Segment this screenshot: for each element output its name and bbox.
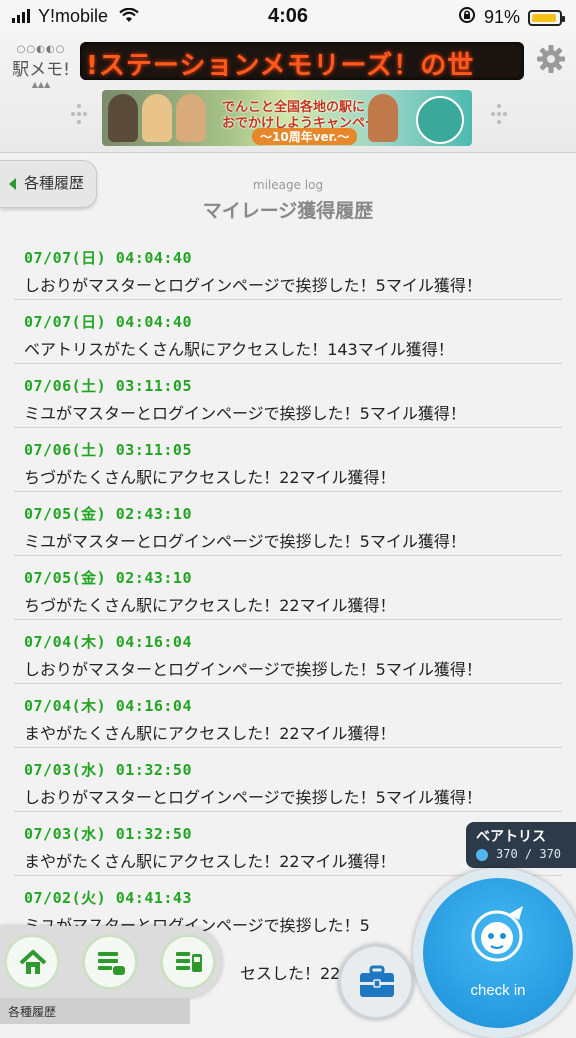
checkin-label: check in: [470, 982, 526, 999]
log-message: まやがたくさん駅にアクセスした！22マイル獲得！: [24, 852, 396, 871]
app-logo[interactable]: ○○◐◐○ 駅メモ! ▲▲▲: [10, 44, 72, 96]
battery-icon: [528, 9, 565, 26]
banner-line3: 〜10周年ver.〜: [252, 128, 358, 145]
logo-text: 駅メモ!: [12, 60, 70, 80]
log-row: 07/07(日) 04:04:40 ベアトリスがたくさん駅にアクセスした！143…: [14, 300, 562, 364]
banner-character: [368, 94, 398, 142]
log-row: 07/05(金) 02:43:10 ちづがたくさん駅にアクセスした！22マイル獲…: [14, 556, 562, 620]
log-message: しおりがマスターとログインページで挨拶した！5マイル獲得！: [24, 660, 482, 679]
banner-character: [176, 94, 206, 142]
banner-character: [108, 94, 138, 142]
log-row: 07/05(金) 02:43:10 ミユがマスターとログインページで挨拶した！5…: [14, 492, 562, 556]
log-time: 07/07(日) 04:04:40: [24, 313, 192, 331]
status-bar: Y!mobile 4:06 91%: [0, 0, 576, 34]
gear-icon[interactable]: [536, 44, 566, 74]
ticker-text: !ステーションメモリーズ！の世: [86, 51, 475, 80]
log-message: ミユがマスターとログインページで挨拶した！5マイル獲得！: [24, 532, 466, 551]
battery-fill: [532, 13, 556, 22]
log-message: ちづがたくさん駅にアクセスした！22マイル獲得！: [24, 468, 396, 487]
partner-hp: 370 / 370: [496, 847, 562, 861]
log-time: 07/06(土) 03:11:05: [24, 377, 192, 395]
log-message: しおりがマスターとログインページで挨拶した！5マイル獲得！: [24, 788, 482, 807]
bottom-nav: [0, 926, 222, 998]
log-time: 07/07(日) 04:04:40: [24, 249, 192, 267]
partner-name: ベアトリス: [476, 829, 546, 845]
speaker-icon: [488, 104, 510, 134]
checkin-icon: [469, 904, 529, 964]
station-list-icon: [174, 948, 204, 982]
station-list-button[interactable]: [160, 934, 216, 990]
page-subtitle: mileage log: [252, 178, 324, 192]
log-time: 07/05(金) 02:43:10: [24, 569, 192, 587]
log-message: しおりがマスターとログインページで挨拶した！5マイル獲得！: [24, 276, 482, 295]
banner-badge-icon: [416, 96, 464, 144]
log-time: 07/06(土) 03:11:05: [24, 441, 192, 459]
log-time: 07/03(水) 01:32:50: [24, 825, 192, 843]
checkin-button[interactable]: check in: [413, 868, 576, 1038]
banner-character: [142, 94, 172, 142]
log-row: 07/04(木) 04:16:04 まやがたくさん駅にアクセスした！22マイル獲…: [14, 684, 562, 748]
log-time: 07/04(木) 04:16:04: [24, 633, 192, 651]
rotation-lock-icon: [458, 6, 476, 29]
app-header: ○○◐◐○ 駅メモ! ▲▲▲ !ステーションメモリーズ！の世 でんこと全国各地の…: [0, 34, 576, 153]
page-title: マイレージ獲得履歴: [202, 200, 374, 222]
log-time: 07/02(火) 04:41:43: [24, 889, 192, 907]
log-row: 07/03(水) 01:32:50 しおりがマスターとログインページで挨拶した！…: [14, 748, 562, 812]
log-time: 07/05(金) 02:43:10: [24, 505, 192, 523]
log-message: まやがたくさん駅にアクセスした！22マイル獲得！: [24, 724, 396, 743]
item-button[interactable]: [338, 944, 414, 1020]
status-right: 91%: [458, 6, 565, 29]
hp-icon: [476, 849, 488, 861]
log-message: ミユがマスターとログインページで挨拶した！5マイル獲得！: [24, 404, 466, 423]
log-row: 07/06(土) 03:11:05 ミユがマスターとログインページで挨拶した！5…: [14, 364, 562, 428]
briefcase-icon: [359, 965, 395, 1003]
log-row: 07/06(土) 03:11:05 ちづがたくさん駅にアクセスした！22マイル獲…: [14, 428, 562, 492]
bottom-nav-label: 各種履歴: [8, 1005, 57, 1019]
battery-percent: 91%: [483, 7, 520, 27]
home-button[interactable]: [4, 934, 60, 990]
log-message: ちづがたくさん駅にアクセスした！22マイル獲得！: [24, 596, 396, 615]
log-row: 07/07(日) 04:04:40 しおりがマスターとログインページで挨拶した！…: [14, 236, 562, 300]
log-time: 07/04(木) 04:16:04: [24, 697, 192, 715]
home-icon: [18, 948, 48, 982]
campaign-banner[interactable]: でんこと全国各地の駅に おでかけしようキャンペーン 〜10周年ver.〜: [102, 90, 472, 146]
log-message: ベアトリスがたくさん駅にアクセスした！143マイル獲得！: [24, 340, 454, 359]
log-row: 07/04(木) 04:16:04 しおりがマスターとログインページで挨拶した！…: [14, 620, 562, 684]
checkin-face: check in: [423, 878, 573, 1028]
history-button[interactable]: [82, 934, 138, 990]
log-time: 07/03(水) 01:32:50: [24, 761, 192, 779]
history-icon: [96, 948, 126, 982]
news-ticker[interactable]: !ステーションメモリーズ！の世: [80, 42, 524, 80]
log-message-partial: セスした！22: [240, 964, 341, 983]
partner-card[interactable]: ベアトリス 370 / 370: [466, 822, 576, 868]
speaker-icon: [68, 104, 90, 134]
